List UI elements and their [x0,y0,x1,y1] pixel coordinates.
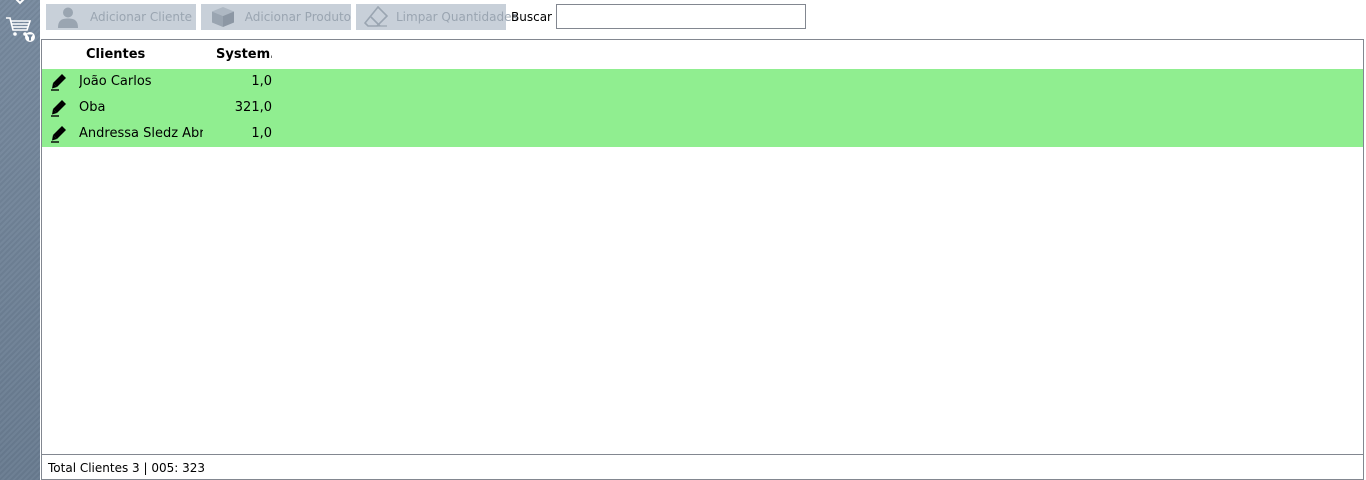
grid-body: João Carlos 1,0 Oba 321,0 Andressa Sledz… [42,69,1363,147]
toolbar: Adicionar Cliente Adicionar Produto Limp… [40,0,1366,38]
pencil-icon[interactable] [49,125,69,143]
pencil-icon[interactable] [49,73,69,91]
column-header-clientes[interactable]: Clientes [86,47,186,62]
box-icon [209,4,237,30]
client-name-cell: Oba [79,100,106,115]
client-name-cell: João Carlos [79,74,152,89]
status-text: Total Clientes 3 | 005: 323 [48,461,206,475]
clear-quantities-button[interactable]: Limpar Quantidades [356,4,518,30]
column-header-system-value[interactable]: System.V [216,47,272,62]
clear-quantities-label: Limpar Quantidades [396,10,518,24]
add-client-label: Adicionar Cliente [90,10,193,24]
cart-filter-icon[interactable] [4,14,36,44]
add-product-button[interactable]: Adicionar Produto [201,4,351,30]
status-bar: Total Clientes 3 | 005: 323 [41,454,1364,480]
user-icon [54,4,82,30]
system-value-cell: 321,0 [234,100,272,115]
table-row[interactable]: Oba 321,0 [42,95,1363,121]
table-row[interactable]: Andressa Sledz Abra 1,0 [42,121,1363,147]
system-value-cell: 1,0 [251,74,272,89]
eraser-icon [364,4,388,30]
table-row[interactable]: João Carlos 1,0 [42,69,1363,95]
client-name-cell: Andressa Sledz Abra [79,126,203,141]
chevron-down-icon[interactable] [13,0,27,6]
clients-grid: Clientes System.V João Carlos 1,0 Oba 32… [41,39,1364,454]
search-input[interactable] [556,4,806,29]
search-label: Buscar [511,10,552,24]
left-sidebar [0,0,40,480]
pencil-icon[interactable] [49,99,69,117]
grid-header: Clientes System.V [42,40,1363,70]
system-value-cell: 1,0 [251,126,272,141]
add-product-label: Adicionar Produto [244,10,351,24]
add-client-button[interactable]: Adicionar Cliente [46,4,196,30]
